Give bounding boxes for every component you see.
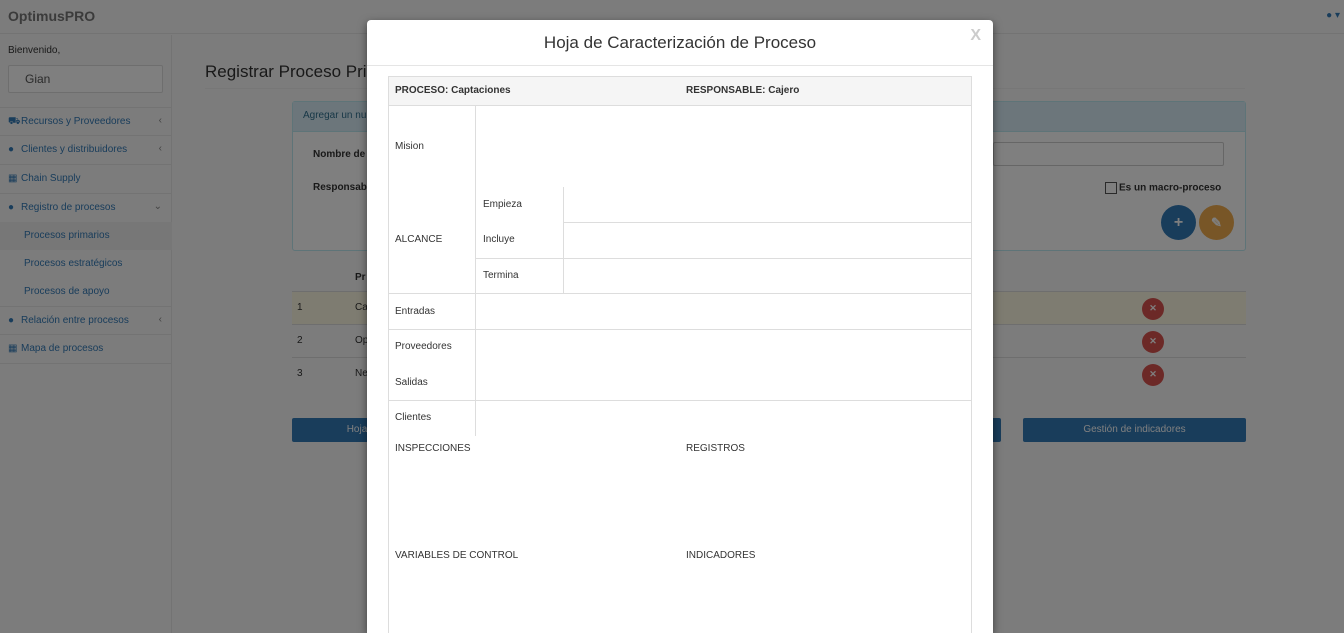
clientes-label: Clientes [395,412,432,423]
proveedores-label: Proveedores [395,341,452,352]
divider [475,106,476,436]
responsable-label: RESPONSABLE: Cajero [686,85,800,96]
divider [475,258,971,259]
variables-control-label: VARIABLES DE CONTROL [395,550,519,561]
alcance-label: ALCANCE [395,234,443,245]
mision-label: Mision [395,141,424,152]
modal-header: Hoja de Caracterización de Proceso X [367,20,993,66]
registros-label: REGISTROS [686,443,745,454]
empieza-label: Empieza [483,199,522,210]
termina-label: Termina [483,270,519,281]
entradas-label: Entradas [395,306,436,317]
divider [389,329,971,330]
divider [563,222,971,223]
sheet-header: PROCESO: Captaciones RESPONSABLE: Cajero [389,77,971,106]
characterization-sheet: PROCESO: Captaciones RESPONSABLE: Cajero… [388,76,972,633]
caracterizacion-modal: Hoja de Caracterización de Proceso X PRO… [367,20,993,633]
proceso-label: PROCESO: Captaciones [395,85,511,96]
inspecciones-label: INSPECCIONES [395,443,471,454]
incluye-label: Incluye [483,234,515,245]
divider [563,187,564,294]
divider [389,400,971,401]
close-button[interactable]: X [970,27,981,45]
modal-title: Hoja de Caracterización de Proceso [543,33,817,52]
salidas-label: Salidas [395,377,428,388]
divider [389,293,971,294]
indicadores-label: INDICADORES [686,550,756,561]
